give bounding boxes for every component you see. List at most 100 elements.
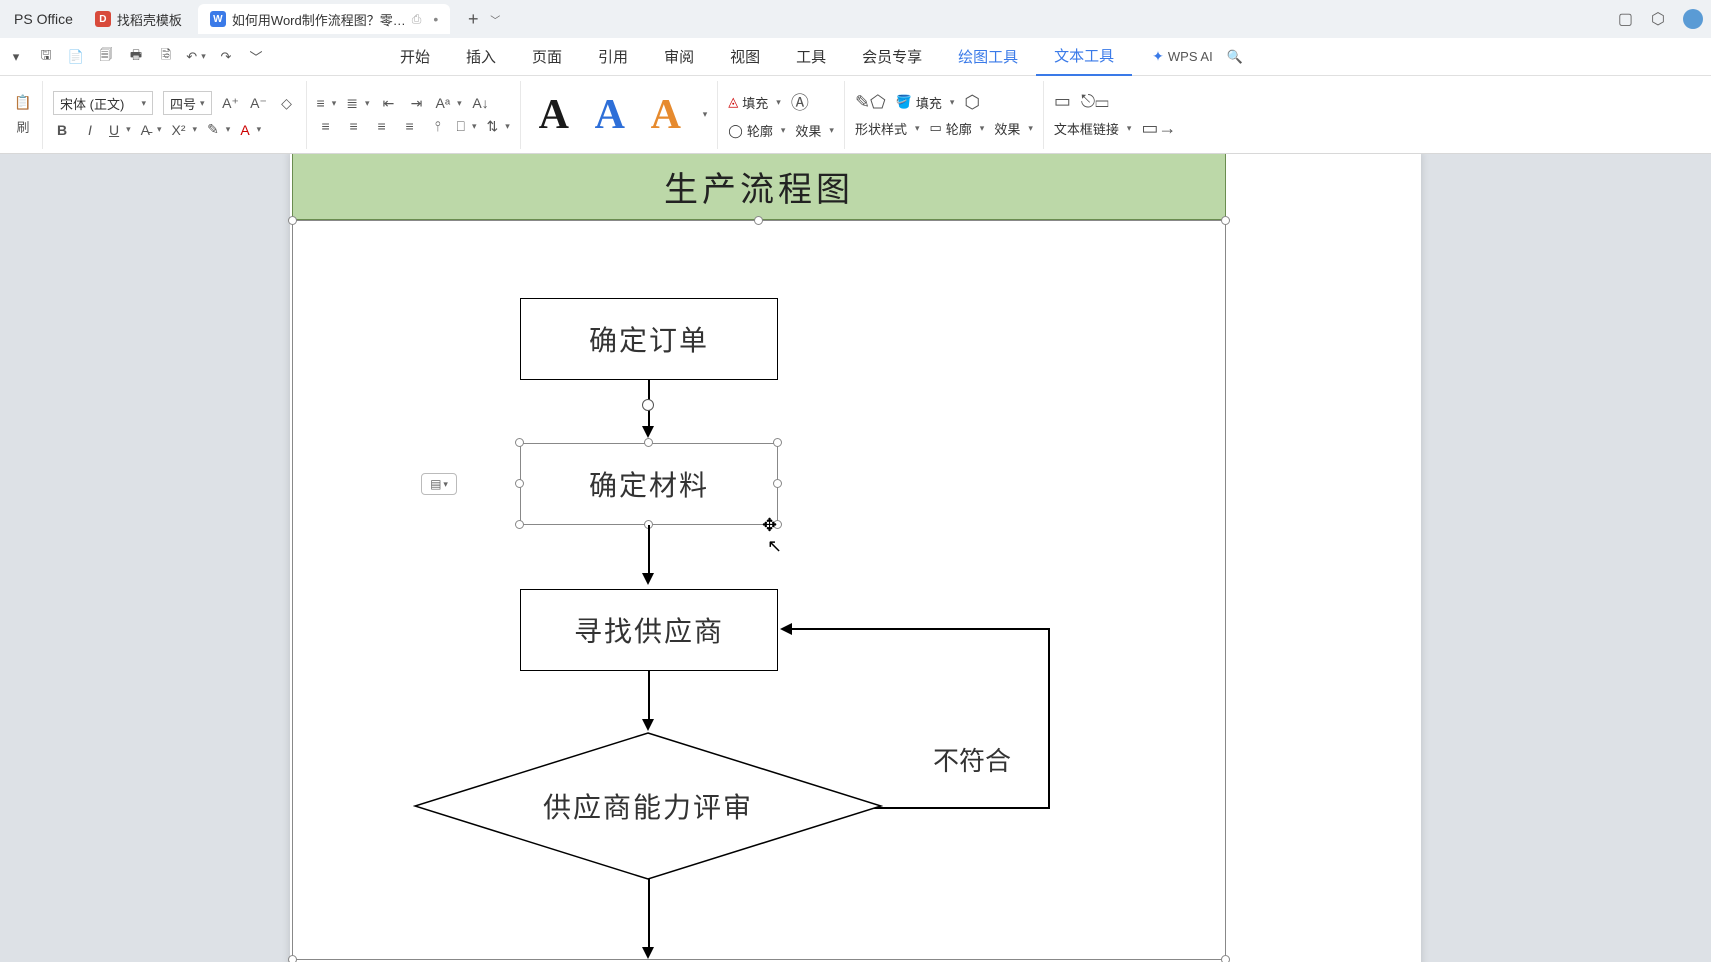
tab-document[interactable]: W 如何用Word制作流程图？零… ⎙ •	[198, 4, 450, 34]
flow-box-order[interactable]: 确定订单	[520, 298, 778, 380]
tab-template[interactable]: D 找稻壳模板	[83, 4, 194, 34]
open-icon[interactable]: 📄	[66, 47, 86, 67]
wps-ai-button[interactable]: ✦ WPS AI	[1152, 48, 1213, 65]
flow-conn-h-bot[interactable]	[854, 807, 1050, 809]
shape-effect-button[interactable]: 效果▾	[994, 119, 1033, 138]
align-right-icon[interactable]: ≡	[373, 118, 391, 134]
flowchart-title[interactable]: 生产流程图	[292, 154, 1226, 220]
bullets-icon[interactable]: ≡▾	[317, 95, 337, 111]
change-case-icon[interactable]: Aᵃ▾	[436, 95, 462, 111]
canvas-handle-nw[interactable]	[288, 216, 297, 225]
wordart-more-icon[interactable]: ▾	[703, 109, 708, 120]
export-icon[interactable]: 🗐	[96, 47, 116, 67]
save-icon[interactable]: 🖫	[36, 47, 56, 67]
line-spacing-icon[interactable]: ⇅▾	[486, 118, 509, 135]
font-color-icon[interactable]: A▾	[240, 122, 261, 138]
box2-handle-se[interactable]	[773, 520, 782, 529]
wordart-style-1[interactable]: A	[531, 91, 577, 139]
flow-box-material[interactable]: 确定材料	[520, 443, 778, 525]
text-effect-button[interactable]: 效果▾	[795, 121, 834, 140]
workspace[interactable]: 生产流程图 确定订单 确定材料 ▤ ▾	[0, 154, 1711, 962]
new-tab-button[interactable]: +	[460, 6, 486, 32]
decrease-indent-icon[interactable]: ⇤	[380, 95, 398, 112]
shape-fill-button[interactable]: 🪣填充▾	[896, 93, 955, 112]
flow-diamond[interactable]: 供应商能力评审	[413, 731, 883, 881]
align-center-icon[interactable]: ≡	[345, 118, 363, 134]
search-icon[interactable]: 🔍	[1227, 49, 1243, 65]
decision-no-label[interactable]: 不符合	[933, 741, 1011, 778]
strikethrough-icon[interactable]: A̵▾	[141, 122, 162, 138]
canvas-handle-se[interactable]	[1221, 955, 1230, 962]
cube-icon[interactable]: ⬡	[1651, 9, 1665, 29]
paste-icon[interactable]: 📋	[14, 94, 32, 111]
tab-home[interactable]: 开始	[382, 38, 448, 76]
clear-wordart-button[interactable]: Ⓐ	[791, 89, 809, 115]
tab-view[interactable]: 视图	[712, 38, 778, 76]
italic-icon[interactable]: I	[81, 122, 99, 138]
canvas-handle-n[interactable]	[754, 216, 763, 225]
box2-handle-nw[interactable]	[515, 438, 524, 447]
format-painter[interactable]: 刷	[14, 117, 32, 136]
vertical-align-icon[interactable]: ⎕▾	[457, 118, 477, 135]
grow-font-icon[interactable]: A⁺	[222, 95, 240, 112]
redo-icon[interactable]: ↷	[216, 47, 236, 67]
avatar-icon[interactable]	[1683, 9, 1703, 29]
tab-text-tools[interactable]: 文本工具	[1036, 38, 1132, 76]
tab-page[interactable]: 页面	[514, 38, 580, 76]
break-link-button[interactable]: ⎋▭	[1081, 91, 1109, 112]
tab-tools[interactable]: 工具	[778, 38, 844, 76]
textbox-button[interactable]: ▭	[1054, 91, 1071, 112]
text-fill-button[interactable]: ◬填充▾	[728, 93, 781, 112]
flow-arrow-3[interactable]	[648, 671, 650, 721]
shrink-font-icon[interactable]: A⁻	[250, 95, 268, 112]
next-textbox-button[interactable]: ▭→	[1141, 118, 1176, 139]
tab-review[interactable]: 审阅	[646, 38, 712, 76]
bold-icon[interactable]: B	[53, 122, 71, 138]
shape-outline-button[interactable]: ▭轮廓▾	[929, 119, 984, 138]
underline-icon[interactable]: U▾	[109, 122, 131, 138]
flow-box-supplier[interactable]: 寻找供应商	[520, 589, 778, 671]
tab-list-dropdown[interactable]: ﹀	[490, 12, 500, 27]
box2-handle-e[interactable]	[773, 479, 782, 488]
box2-handle-n[interactable]	[644, 438, 653, 447]
flow-arrow-4[interactable]	[648, 879, 650, 949]
undo-icon[interactable]: ↶▾	[186, 47, 206, 67]
tab-insert[interactable]: 插入	[448, 38, 514, 76]
edit-shape-button[interactable]: ✎⬠	[855, 92, 886, 113]
flow-conn-h-top[interactable]	[792, 628, 1050, 630]
shape-style-button[interactable]: 形状样式▾	[855, 119, 920, 138]
highlight-icon[interactable]: ✎▾	[207, 121, 230, 138]
app-menu-icon[interactable]: ▾	[6, 47, 26, 67]
close-icon[interactable]: •	[433, 11, 438, 27]
3d-button[interactable]: ⬡	[964, 92, 980, 113]
box2-handle-w[interactable]	[515, 479, 524, 488]
align-justify-icon[interactable]: ≡	[401, 118, 419, 134]
font-size-select[interactable]: 四号▾	[163, 91, 212, 115]
drawing-canvas[interactable]: 确定订单 确定材料 ▤ ▾ 寻找供应商	[292, 220, 1226, 960]
window-restore-icon[interactable]: ▢	[1618, 9, 1633, 29]
wordart-style-2[interactable]: A	[587, 91, 633, 139]
rotation-handle[interactable]	[642, 399, 654, 411]
canvas-handle-sw[interactable]	[288, 955, 297, 962]
tab-drawing-tools[interactable]: 绘图工具	[940, 38, 1036, 76]
align-left-icon[interactable]: ≡	[317, 118, 335, 134]
distribute-icon[interactable]: ⫯	[429, 118, 447, 135]
text-direction-icon[interactable]: A↓	[472, 95, 490, 111]
flow-arrow-2[interactable]	[648, 525, 650, 575]
font-family-select[interactable]: 宋体 (正文)▾	[53, 91, 153, 115]
print-icon[interactable]: 🖶	[126, 47, 146, 67]
clear-format-icon[interactable]: ◇	[278, 95, 296, 112]
textbox-link-button[interactable]: 文本框链接▾	[1054, 119, 1132, 138]
layout-options-button[interactable]: ▤ ▾	[421, 473, 457, 495]
qat-more-icon[interactable]: ﹀	[246, 47, 266, 67]
wordart-style-3[interactable]: A	[643, 91, 689, 139]
tab-member[interactable]: 会员专享	[844, 38, 940, 76]
flow-conn-v[interactable]	[1048, 628, 1050, 809]
canvas-handle-ne[interactable]	[1221, 216, 1230, 225]
box2-handle-sw[interactable]	[515, 520, 524, 529]
print-preview-icon[interactable]: 🗟	[156, 47, 176, 67]
box2-handle-ne[interactable]	[773, 438, 782, 447]
page[interactable]: 生产流程图 确定订单 确定材料 ▤ ▾	[290, 154, 1421, 962]
superscript-icon[interactable]: X²▾	[172, 122, 198, 138]
increase-indent-icon[interactable]: ⇥	[408, 95, 426, 112]
